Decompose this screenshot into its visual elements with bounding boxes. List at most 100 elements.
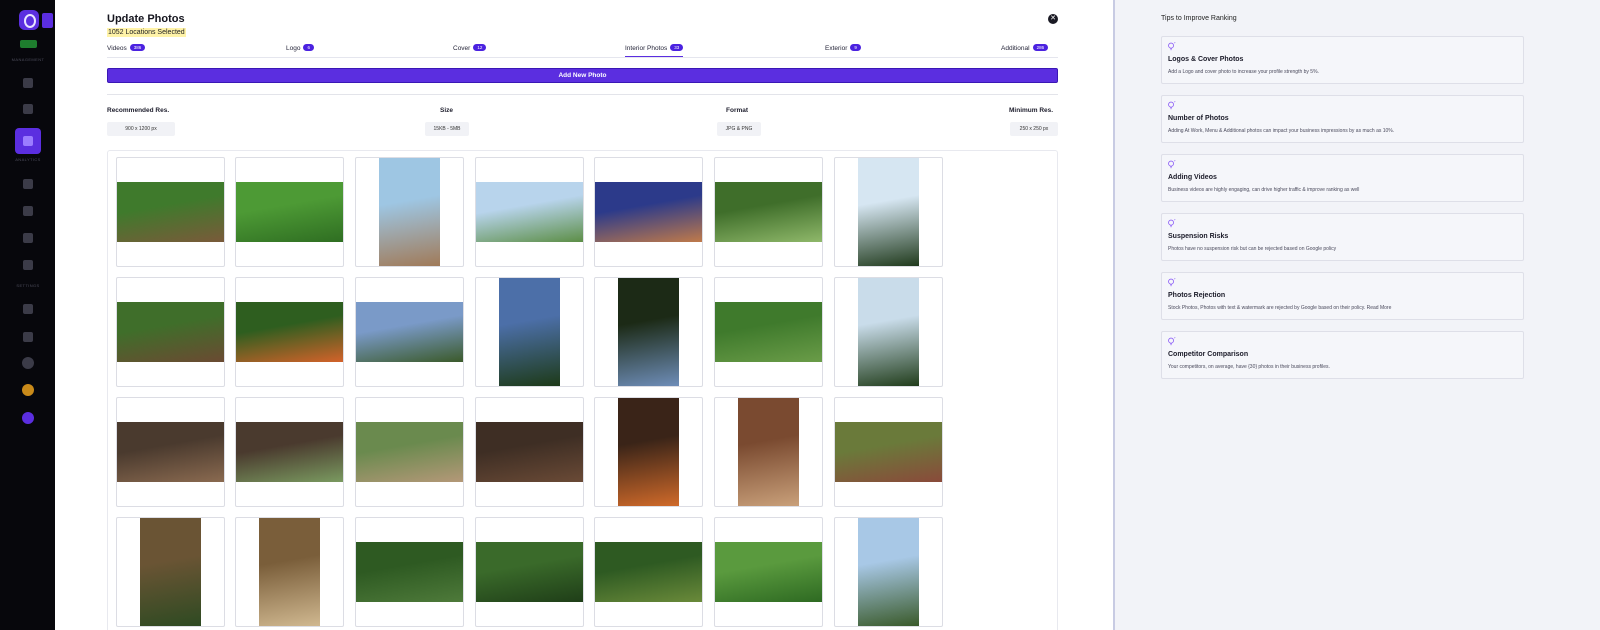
photo-thumbnail[interactable]	[475, 397, 584, 507]
tip-title: Adding Videos	[1168, 174, 1217, 181]
tip-title: Suspension Risks	[1168, 233, 1229, 240]
close-button[interactable]: ✕	[1048, 14, 1058, 24]
sidebar-expand-button[interactable]	[42, 13, 53, 28]
photo-image	[499, 278, 560, 386]
coin-icon[interactable]	[22, 384, 34, 396]
photo-image	[715, 302, 822, 362]
photo-image	[618, 398, 679, 506]
photo-thumbnail[interactable]	[355, 157, 464, 267]
chart-icon[interactable]	[23, 179, 33, 189]
lightbulb-icon	[1168, 160, 1176, 169]
photo-image	[715, 182, 822, 242]
users-icon[interactable]	[23, 260, 33, 270]
filter-icon[interactable]	[23, 233, 33, 243]
photo-thumbnail[interactable]	[116, 157, 225, 267]
photo-image	[858, 278, 919, 386]
photo-thumbnail[interactable]	[475, 517, 584, 627]
tip-description: Add a Logo and cover photo to increase y…	[1168, 69, 1319, 75]
tab-count: 33	[670, 44, 684, 51]
photo-thumbnail[interactable]	[714, 277, 823, 387]
photo-image	[356, 542, 463, 602]
locations-selected: 1052 Locations Selected	[107, 28, 186, 37]
photo-image	[595, 542, 702, 602]
tab-count: 386	[129, 44, 146, 51]
sidebar: MANAGEMENT ANALYTICS SETTINGS	[0, 0, 55, 630]
tip-card: Photos Rejection Stock Photos, Photos wit…	[1161, 272, 1524, 320]
plan-badge	[20, 40, 37, 48]
lightbulb-icon	[1168, 337, 1176, 346]
tip-title: Photos Rejection	[1168, 292, 1226, 299]
photo-thumbnail[interactable]	[475, 277, 584, 387]
update-photos-panel: Update Photos 1052 Locations Selected ✕ …	[55, 0, 1113, 630]
photo-category-tabs: Videos 386 Logo 6 Cover 12 Interior Photos 3…	[107, 43, 1058, 58]
tab-count: 286	[1032, 44, 1049, 51]
photo-thumbnail[interactable]	[116, 277, 225, 387]
photos-nav-active[interactable]	[15, 128, 41, 154]
photo-image	[259, 518, 320, 626]
photo-thumbnail[interactable]	[235, 277, 344, 387]
photo-thumbnail[interactable]	[355, 517, 464, 627]
photo-thumbnail[interactable]	[235, 397, 344, 507]
tips-heading: Tips to Improve Ranking	[1161, 15, 1237, 22]
photo-image	[117, 182, 224, 242]
photo-image	[476, 182, 583, 242]
photo-thumbnail[interactable]	[834, 517, 943, 627]
tab-label: Additional	[1001, 45, 1030, 52]
tab-count: 9	[850, 44, 861, 51]
photo-thumbnail[interactable]	[475, 157, 584, 267]
tab-label: Logo	[286, 45, 301, 52]
photo-image	[835, 422, 942, 482]
photo-image	[356, 422, 463, 482]
tab-cover[interactable]: Cover 12	[453, 44, 487, 57]
tab-additional[interactable]: Additional 286	[1001, 44, 1049, 57]
photo-image	[236, 422, 343, 482]
photo-image	[715, 542, 822, 602]
photo-image	[595, 182, 702, 242]
photo-thumbnail[interactable]	[714, 157, 823, 267]
tab-exterior[interactable]: Exterior 9	[825, 44, 861, 57]
tab-logo[interactable]: Logo 6	[286, 44, 314, 57]
tip-card: Logos & Cover Photos Add a Logo and cover…	[1161, 36, 1524, 84]
tip-description: Your competitors, on average, have {30} …	[1168, 364, 1330, 370]
photo-image	[476, 542, 583, 602]
tab-interior-photos[interactable]: Interior Photos 33	[625, 44, 684, 57]
sidebar-section-analytics: ANALYTICS	[15, 157, 41, 162]
lightbulb-icon	[1168, 219, 1176, 228]
photo-thumbnail[interactable]	[594, 277, 703, 387]
photo-thumbnail[interactable]	[714, 397, 823, 507]
photo-thumbnail[interactable]	[355, 397, 464, 507]
photo-thumbnail[interactable]	[714, 517, 823, 627]
photo-thumbnail[interactable]	[594, 517, 703, 627]
star-icon[interactable]	[23, 104, 33, 114]
app-logo[interactable]	[19, 10, 39, 30]
photo-thumbnail[interactable]	[355, 277, 464, 387]
calendar-icon[interactable]	[23, 206, 33, 216]
photo-thumbnail[interactable]	[834, 397, 943, 507]
page-title: Update Photos	[107, 13, 185, 25]
sidebar-section-management: MANAGEMENT	[11, 57, 45, 62]
photo-thumbnail[interactable]	[834, 277, 943, 387]
photo-image	[858, 158, 919, 266]
photo-thumbnail[interactable]	[834, 157, 943, 267]
tab-videos[interactable]: Videos 386	[107, 44, 146, 57]
user-avatar[interactable]	[22, 412, 34, 424]
photo-thumbnail[interactable]	[235, 517, 344, 627]
home-icon[interactable]	[23, 78, 33, 88]
tab-count: 6	[303, 44, 314, 51]
add-new-photo-button[interactable]: Add New Photo	[107, 68, 1058, 83]
photo-thumbnail[interactable]	[235, 157, 344, 267]
spec-minimum-value: 250 x 250 px	[1010, 122, 1058, 136]
tip-description: Business videos are highly engaging, can…	[1168, 187, 1360, 193]
tip-card: Suspension Risks Photos have no suspensio…	[1161, 213, 1524, 261]
tip-title: Number of Photos	[1168, 115, 1229, 122]
photo-thumbnail[interactable]	[116, 517, 225, 627]
photo-thumbnail[interactable]	[594, 157, 703, 267]
settings-icon[interactable]	[23, 304, 33, 314]
tips-panel: Tips to Improve Ranking Logos & Cover Ph…	[1115, 0, 1600, 630]
tab-count: 12	[473, 44, 487, 51]
photo-thumbnail[interactable]	[116, 397, 225, 507]
heart-icon[interactable]	[23, 332, 33, 342]
photo-thumbnail[interactable]	[594, 397, 703, 507]
lightbulb-icon	[1168, 278, 1176, 287]
help-icon[interactable]	[22, 357, 34, 369]
